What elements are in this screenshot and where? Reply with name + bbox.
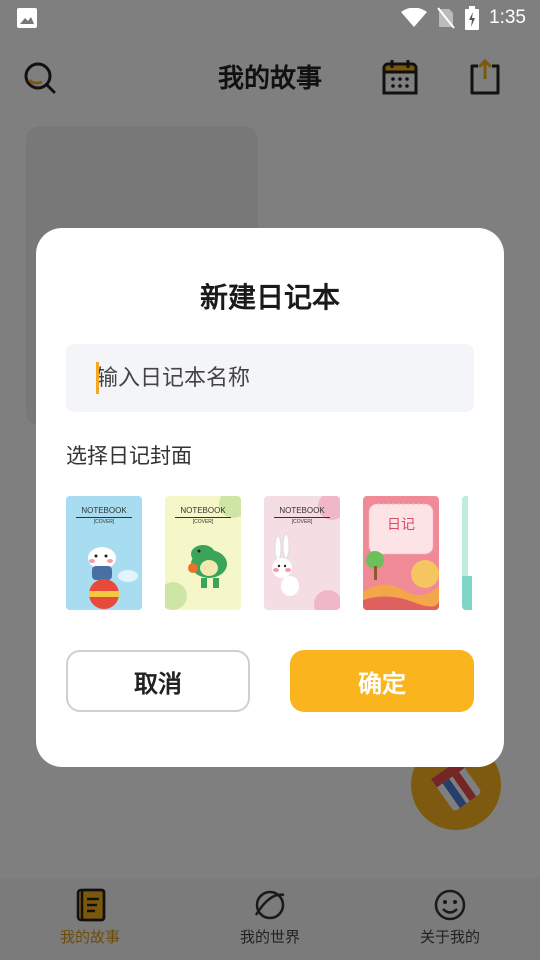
notebook-icon [76, 888, 106, 922]
confirm-button[interactable]: 确定 [290, 650, 474, 712]
cover-title: NOTEBOOK [279, 506, 325, 515]
gallery-icon [17, 8, 37, 28]
app-header: 我的故事 [0, 36, 540, 116]
nav-label: 关于我的 [419, 928, 480, 946]
new-notebook-dialog: 新建日记本 选择日记封面 NOTEBOOK [COVER] [36, 228, 504, 767]
nav-label: 我的故事 [59, 928, 120, 946]
cover-subtitle: [COVER] [291, 519, 313, 525]
nav-item-my-world[interactable]: 我的世界 [180, 878, 360, 960]
share-icon[interactable] [466, 58, 504, 96]
cover-subtitle: [COVER] [192, 519, 214, 525]
cover-option-mint[interactable] [462, 496, 474, 610]
cancel-button[interactable]: 取消 [66, 650, 250, 712]
cover-subtitle: [COVER] [93, 519, 115, 525]
cover-title: NOTEBOOK [81, 506, 127, 515]
cover-option-landscape[interactable]: 日记 [363, 496, 439, 610]
cover-option-rabbit[interactable]: NOTEBOOK [COVER] [264, 496, 340, 610]
nav-label: 我的世界 [239, 928, 300, 946]
bottom-nav: 我的故事 我的世界 关于我的 [0, 878, 540, 960]
battery-charging-icon [465, 6, 480, 30]
cover-option-cat[interactable]: NOTEBOOK [COVER] [66, 496, 142, 610]
dialog-title: 新建日记本 [199, 281, 340, 314]
nav-item-my-story[interactable]: 我的故事 [0, 878, 180, 960]
planet-icon [254, 890, 285, 920]
status-time: 1:35 [489, 7, 526, 28]
text-cursor [96, 362, 99, 394]
status-bar: 1:35 [0, 0, 540, 36]
page-title: 我的故事 [217, 64, 322, 94]
status-icons: 1:35 [401, 6, 526, 30]
cover-section-label: 选择日记封面 [66, 444, 192, 468]
nav-item-about-me[interactable]: 关于我的 [360, 878, 540, 960]
cover-carousel[interactable]: NOTEBOOK [COVER] NOTEBOOK [COVER] NOTEBO… [66, 496, 474, 612]
notebook-name-input[interactable] [66, 344, 474, 412]
wifi-icon [401, 8, 428, 27]
cover-title: NOTEBOOK [180, 506, 226, 515]
no-sim-icon [437, 7, 455, 29]
cover-option-dinosaur[interactable]: NOTEBOOK [COVER] [165, 496, 241, 610]
calendar-icon[interactable] [381, 58, 419, 96]
cover-title: 日记 [387, 517, 415, 533]
smiley-icon [434, 889, 466, 921]
